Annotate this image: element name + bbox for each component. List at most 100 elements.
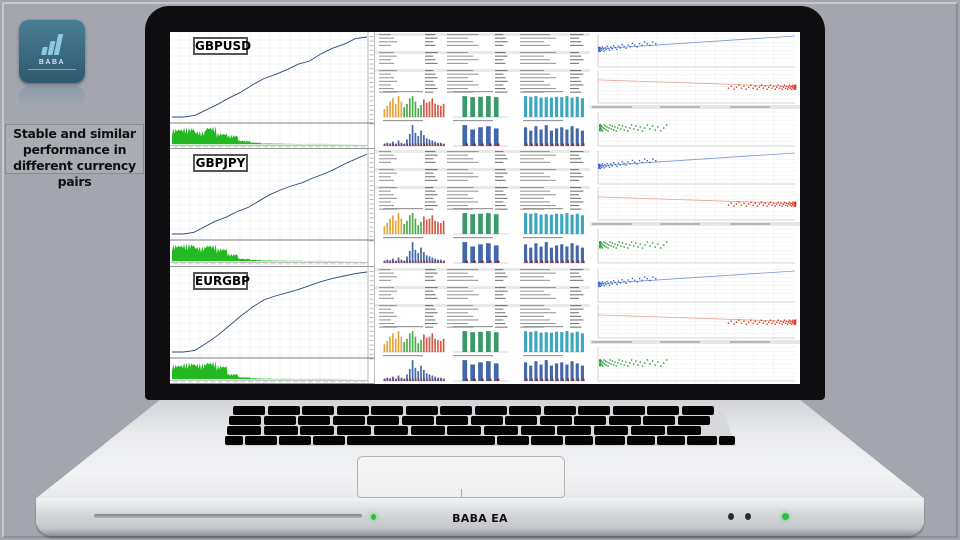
y-tick-label xyxy=(369,339,374,341)
stats-cell xyxy=(495,151,504,153)
x-tick-label xyxy=(240,146,246,148)
bar xyxy=(555,128,559,146)
stats-cell xyxy=(495,326,508,328)
stats-cell xyxy=(447,151,479,153)
scatter-point xyxy=(649,44,651,47)
scatter-point xyxy=(627,278,629,281)
loss-bar xyxy=(582,378,585,381)
stats-cell xyxy=(570,326,582,328)
bar xyxy=(403,224,405,235)
scatter-point xyxy=(641,279,643,281)
x-tick-label xyxy=(293,263,298,265)
bar xyxy=(462,213,468,235)
scatter-point xyxy=(627,247,629,249)
stats-cell xyxy=(520,180,556,182)
scatter-point xyxy=(651,125,654,127)
loss-bar xyxy=(384,378,386,381)
stats-cell xyxy=(425,37,438,39)
stats-cell xyxy=(520,194,556,196)
stats-svg xyxy=(375,150,590,264)
scatter-point xyxy=(602,127,605,129)
scatter-point xyxy=(743,202,745,205)
stats-cell xyxy=(570,70,582,72)
scatter-point xyxy=(602,165,604,168)
stats-cell xyxy=(520,293,550,295)
chart-title xyxy=(383,354,423,356)
scatter-point xyxy=(603,245,606,247)
keyboard-key xyxy=(337,426,372,435)
holding-min-label xyxy=(592,341,632,343)
bar xyxy=(411,96,414,117)
scatter-point xyxy=(790,85,792,87)
x-tick-label xyxy=(285,380,291,382)
scatter-point xyxy=(607,130,609,132)
scatter-point xyxy=(764,202,766,205)
bar xyxy=(420,339,422,352)
y-tick-label xyxy=(369,226,374,228)
scatter-point xyxy=(610,46,612,48)
chart-title xyxy=(383,120,423,122)
x-tick-label xyxy=(195,380,201,382)
scatter-point xyxy=(599,130,601,132)
loss-bar xyxy=(415,260,417,264)
stats-cell xyxy=(425,279,436,281)
loss-bar xyxy=(401,143,403,146)
scatter-point xyxy=(785,320,788,322)
y-tick-label xyxy=(369,217,374,219)
scatter-point xyxy=(773,85,775,87)
stats-cell xyxy=(447,198,474,200)
stats-cell xyxy=(520,169,556,171)
holding-min-label xyxy=(592,223,632,225)
x-tick-label xyxy=(323,380,328,382)
keyboard-key xyxy=(681,406,714,415)
bar xyxy=(570,214,574,235)
scatter-point xyxy=(630,241,633,243)
stats-cell xyxy=(379,44,391,46)
bar xyxy=(434,221,436,235)
scatter-point xyxy=(780,85,782,87)
scatter-point xyxy=(625,360,627,363)
x-tick-label xyxy=(300,380,306,382)
loss-bar xyxy=(393,143,394,146)
stats-cell xyxy=(570,322,579,324)
laptop-screen: GBPUSD GBPJPY EURGBP xyxy=(170,32,800,384)
scatter-point xyxy=(634,161,636,164)
stats-cell xyxy=(447,187,474,189)
stats-cell xyxy=(425,198,434,200)
keyboard-key xyxy=(612,406,645,415)
bar xyxy=(462,242,468,264)
bar xyxy=(403,107,405,117)
loss-bar xyxy=(541,143,544,146)
scatter-point xyxy=(632,362,635,365)
loss-bar xyxy=(418,260,420,264)
bar xyxy=(539,97,543,117)
bar xyxy=(575,128,579,146)
bar xyxy=(534,96,538,117)
stats-cell xyxy=(520,304,544,306)
scatter-point xyxy=(600,282,602,284)
x-tick-label xyxy=(345,263,351,265)
bar xyxy=(383,343,386,352)
x-tick-label xyxy=(188,380,193,382)
x-tick-label xyxy=(210,263,216,265)
scatter-point xyxy=(762,204,765,207)
bar xyxy=(397,330,400,352)
stats-cell xyxy=(570,308,584,310)
bar xyxy=(570,332,574,352)
bar xyxy=(400,218,403,235)
scatter-point xyxy=(620,128,622,130)
scatter-point xyxy=(637,129,639,131)
keyboard-key xyxy=(263,426,298,435)
stats-cell xyxy=(520,275,544,277)
scatter-point xyxy=(776,86,778,88)
scatter-point xyxy=(644,361,646,364)
loss-bar xyxy=(465,143,468,146)
x-tick-label xyxy=(263,263,268,265)
loss-bar xyxy=(556,260,559,264)
bar xyxy=(549,214,553,235)
loss-bar xyxy=(395,378,397,381)
bar xyxy=(431,98,434,117)
stats-cell xyxy=(425,73,436,75)
x-tick-label xyxy=(308,380,313,382)
bar xyxy=(565,96,569,117)
